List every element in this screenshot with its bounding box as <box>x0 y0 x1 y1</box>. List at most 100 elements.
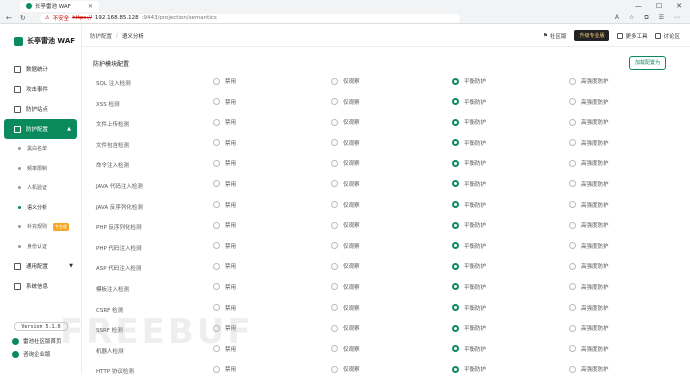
radio-option[interactable]: 平衡防护 <box>452 365 486 373</box>
radio-option[interactable]: 平衡防护 <box>452 242 486 250</box>
radio-unchecked-icon[interactable] <box>569 221 576 229</box>
radio-unchecked-icon[interactable] <box>569 77 576 85</box>
radio-option[interactable]: 仅观察 <box>331 262 360 270</box>
radio-option[interactable]: 禁用 <box>213 304 236 312</box>
radio-option[interactable]: 禁用 <box>213 283 236 291</box>
minimize-icon[interactable]: — <box>635 2 642 10</box>
more-icon[interactable]: ⋯ <box>674 14 680 22</box>
radio-checked-icon[interactable] <box>452 77 459 85</box>
radio-unchecked-icon[interactable] <box>213 262 220 270</box>
radio-option[interactable]: 平衡防护 <box>452 262 486 270</box>
radio-unchecked-icon[interactable] <box>569 201 576 209</box>
community-link[interactable]: 雷池社区版首页 <box>12 337 62 345</box>
enterprise-link[interactable]: 咨询企业版 <box>12 350 51 358</box>
radio-option[interactable]: 平衡防护 <box>452 345 486 353</box>
radio-unchecked-icon[interactable] <box>569 365 576 373</box>
radio-option[interactable]: 禁用 <box>213 324 236 332</box>
radio-option[interactable]: 仅观察 <box>331 345 360 353</box>
radio-unchecked-icon[interactable] <box>569 159 576 167</box>
radio-unchecked-icon[interactable] <box>569 98 576 106</box>
radio-option[interactable]: 禁用 <box>213 262 236 270</box>
radio-unchecked-icon[interactable] <box>331 262 338 270</box>
radio-checked-icon[interactable] <box>452 221 459 229</box>
radio-unchecked-icon[interactable] <box>569 180 576 188</box>
radio-option[interactable]: 禁用 <box>213 365 236 373</box>
radio-checked-icon[interactable] <box>452 262 459 270</box>
radio-option[interactable]: 禁用 <box>213 77 236 85</box>
radio-option[interactable]: 高强度防护 <box>569 242 609 250</box>
favorite-icon[interactable]: ☆ <box>629 14 634 22</box>
radio-unchecked-icon[interactable] <box>213 283 220 291</box>
radio-option[interactable]: 高强度防护 <box>569 201 609 209</box>
breadcrumb-parent[interactable]: 防护配置 <box>90 32 112 40</box>
radio-unchecked-icon[interactable] <box>331 283 338 291</box>
radio-unchecked-icon[interactable] <box>331 242 338 250</box>
radio-option[interactable]: 仅观察 <box>331 180 360 188</box>
radio-checked-icon[interactable] <box>452 365 459 373</box>
radio-option[interactable]: 平衡防护 <box>452 139 486 147</box>
radio-checked-icon[interactable] <box>452 139 459 147</box>
radio-unchecked-icon[interactable] <box>213 98 220 106</box>
reload-icon[interactable]: ↻ <box>20 14 26 22</box>
radio-checked-icon[interactable] <box>452 180 459 188</box>
radio-unchecked-icon[interactable] <box>331 304 338 312</box>
radio-option[interactable]: 仅观察 <box>331 221 360 229</box>
radio-option[interactable]: 高强度防护 <box>569 221 609 229</box>
radio-unchecked-icon[interactable] <box>213 324 220 332</box>
radio-option[interactable]: 高强度防护 <box>569 262 609 270</box>
radio-option[interactable]: 平衡防护 <box>452 324 486 332</box>
radio-checked-icon[interactable] <box>452 201 459 209</box>
radio-option[interactable]: 仅观察 <box>331 98 360 106</box>
sidebar-item-sites[interactable]: 防护站点 <box>0 99 81 119</box>
radio-checked-icon[interactable] <box>452 118 459 126</box>
radio-unchecked-icon[interactable] <box>569 324 576 332</box>
radio-option[interactable]: 平衡防护 <box>452 159 486 167</box>
radio-option[interactable]: 高强度防护 <box>569 77 609 85</box>
radio-checked-icon[interactable] <box>452 324 459 332</box>
radio-unchecked-icon[interactable] <box>213 221 220 229</box>
radio-unchecked-icon[interactable] <box>213 159 220 167</box>
radio-option[interactable]: 禁用 <box>213 159 236 167</box>
radio-option[interactable]: 高强度防护 <box>569 345 609 353</box>
radio-option[interactable]: 平衡防护 <box>452 221 486 229</box>
radio-unchecked-icon[interactable] <box>213 201 220 209</box>
sub-item-custom-rules[interactable]: 补充规则 专业版 <box>0 217 81 237</box>
radio-unchecked-icon[interactable] <box>569 283 576 291</box>
radio-option[interactable]: 禁用 <box>213 98 236 106</box>
sub-item-semantics[interactable]: 语义分析 <box>0 198 81 218</box>
radio-checked-icon[interactable] <box>452 98 459 106</box>
browser-tab[interactable]: 长亭雷池 WAF ✕ <box>20 0 99 12</box>
radio-option[interactable]: 禁用 <box>213 139 236 147</box>
radio-option[interactable]: 平衡防护 <box>452 283 486 291</box>
radio-option[interactable]: 禁用 <box>213 345 236 353</box>
close-tab-icon[interactable]: ✕ <box>88 3 93 10</box>
radio-unchecked-icon[interactable] <box>331 118 338 126</box>
sidebar-item-statistics[interactable]: 数据统计 <box>0 59 81 79</box>
radio-unchecked-icon[interactable] <box>213 77 220 85</box>
radio-option[interactable]: 高强度防护 <box>569 283 609 291</box>
radio-unchecked-icon[interactable] <box>569 345 576 353</box>
radio-unchecked-icon[interactable] <box>569 262 576 270</box>
radio-option[interactable]: 仅观察 <box>331 365 360 373</box>
radio-option[interactable]: 禁用 <box>213 180 236 188</box>
radio-unchecked-icon[interactable] <box>331 180 338 188</box>
radio-option[interactable]: 平衡防护 <box>452 118 486 126</box>
sidebar-item-system-info[interactable]: 系统信息 <box>0 276 81 296</box>
radio-unchecked-icon[interactable] <box>213 365 220 373</box>
radio-option[interactable]: 平衡防护 <box>452 201 486 209</box>
radio-option[interactable]: 高强度防护 <box>569 98 609 106</box>
upgrade-button[interactable]: 升级专业版 <box>574 30 610 41</box>
radio-option[interactable]: 高强度防护 <box>569 180 609 188</box>
radio-option[interactable]: 高强度防护 <box>569 365 609 373</box>
radio-unchecked-icon[interactable] <box>569 139 576 147</box>
radio-option[interactable]: 仅观察 <box>331 77 360 85</box>
radio-checked-icon[interactable] <box>452 242 459 250</box>
radio-option[interactable]: 仅观察 <box>331 283 360 291</box>
radio-unchecked-icon[interactable] <box>331 345 338 353</box>
radio-unchecked-icon[interactable] <box>213 242 220 250</box>
radio-unchecked-icon[interactable] <box>331 159 338 167</box>
radio-checked-icon[interactable] <box>452 304 459 312</box>
radio-unchecked-icon[interactable] <box>213 304 220 312</box>
radio-option[interactable]: 高强度防护 <box>569 304 609 312</box>
radio-checked-icon[interactable] <box>452 283 459 291</box>
